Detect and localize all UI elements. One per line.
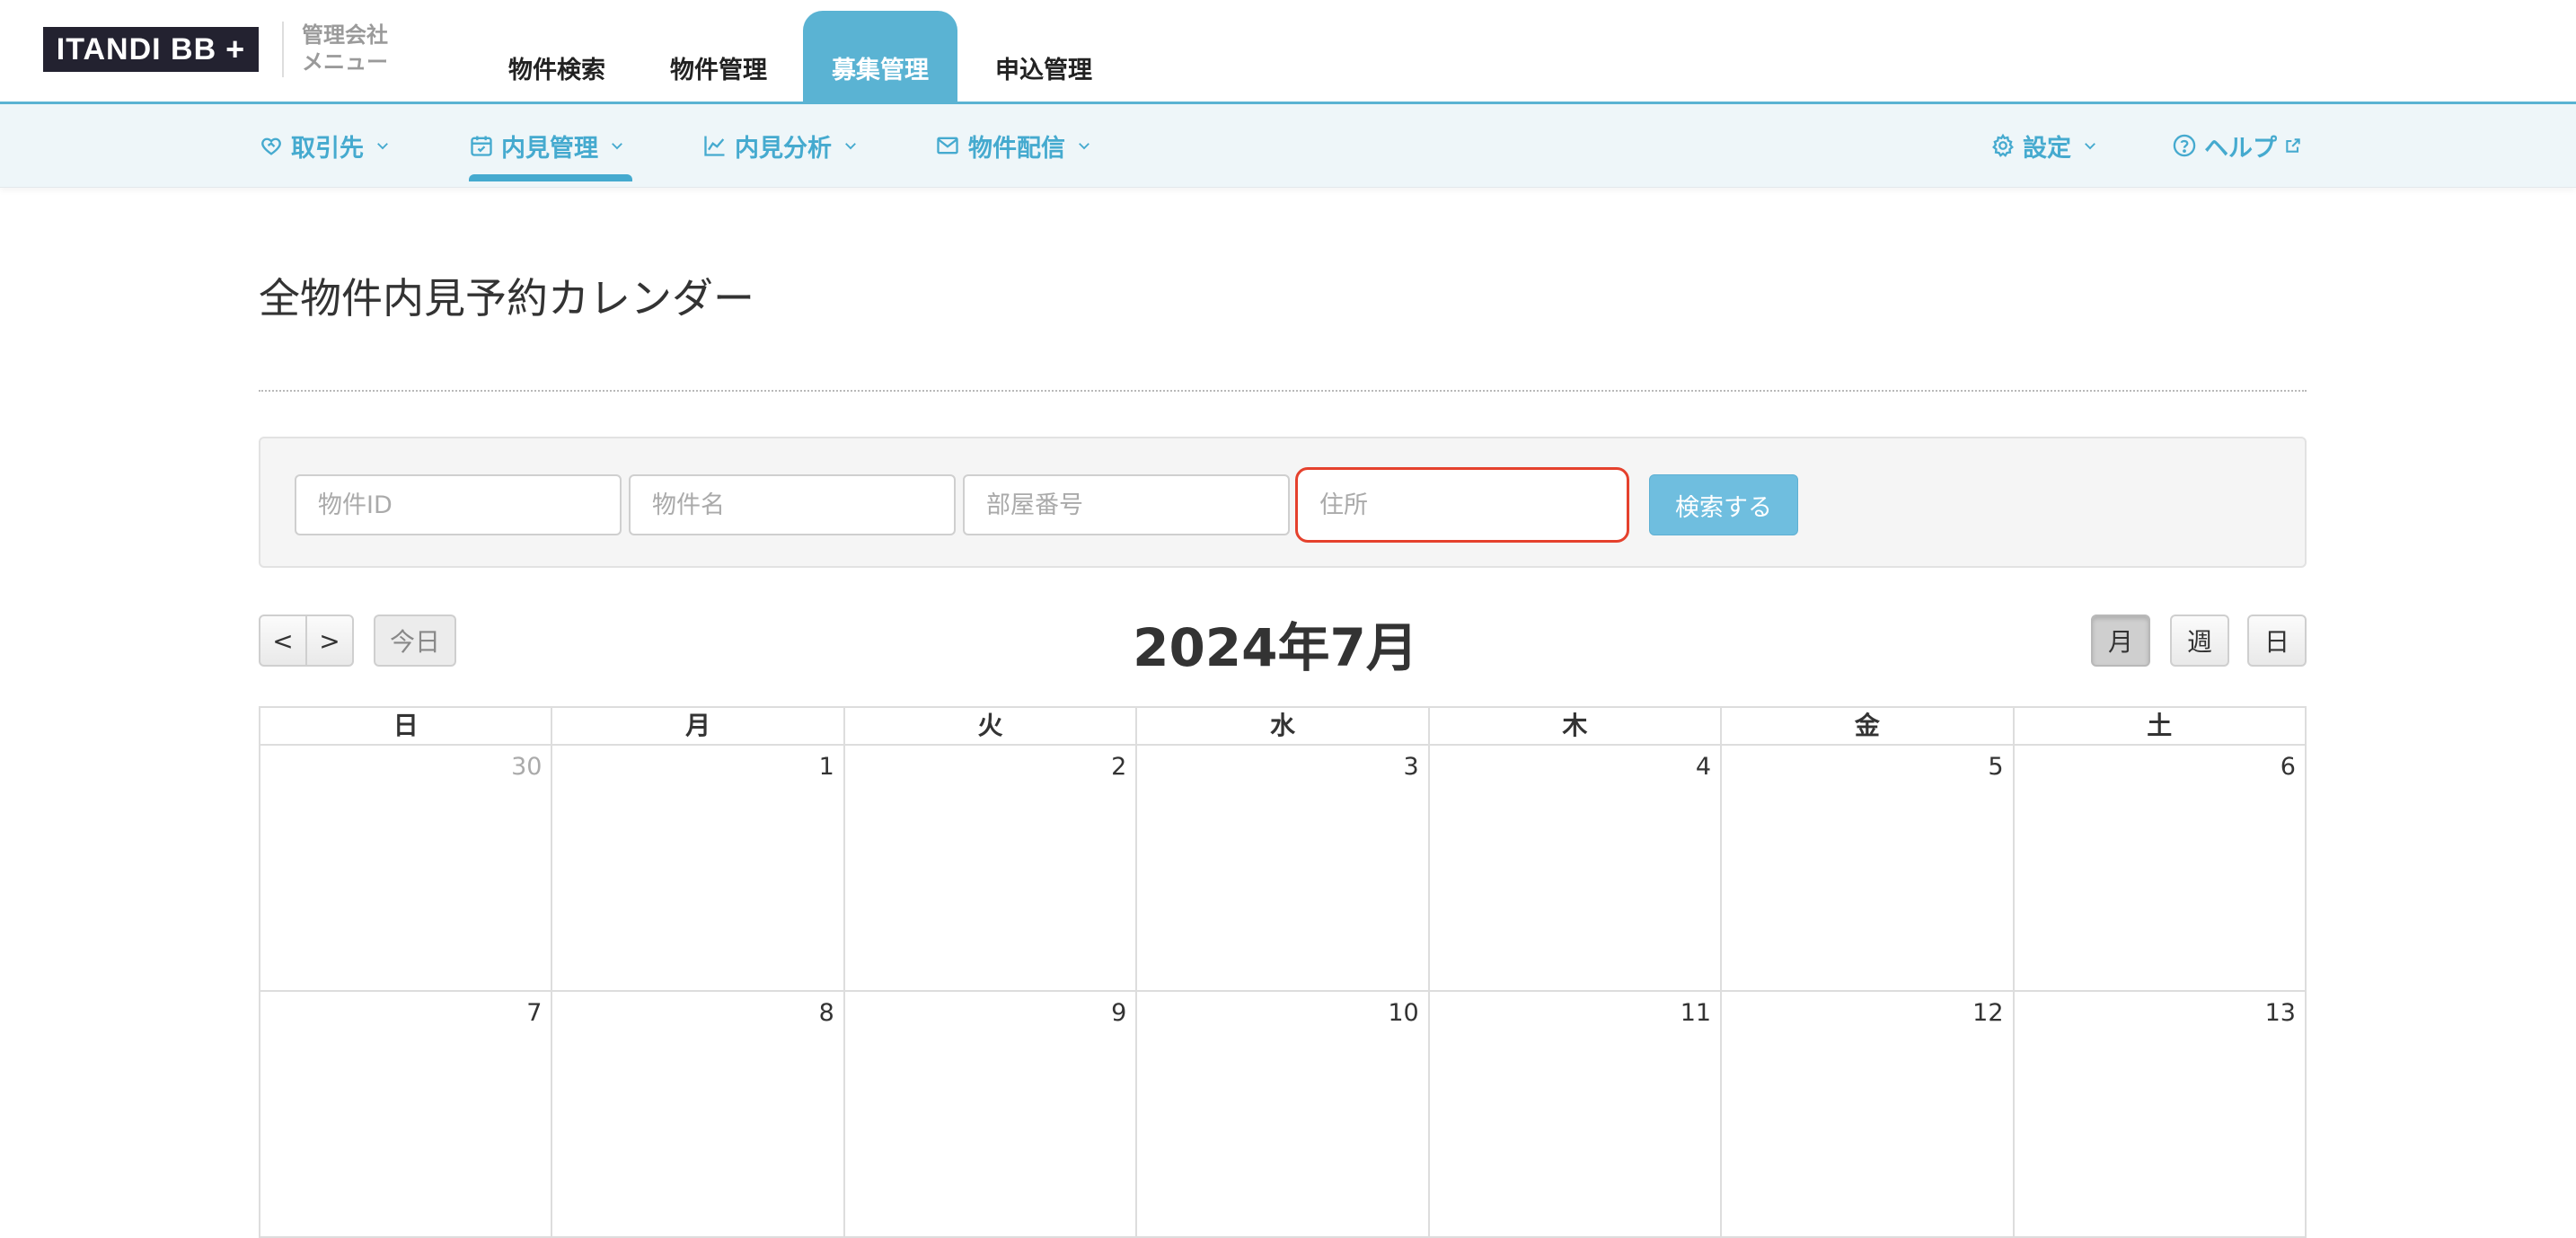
external-link-icon xyxy=(2286,138,2300,153)
weekday-sun: 日 xyxy=(393,711,419,740)
gear-icon xyxy=(1992,133,2014,157)
property-id-input[interactable] xyxy=(295,474,622,535)
envelope-icon xyxy=(937,137,958,155)
calendar-week: 7 8 9 10 11 12 13 xyxy=(259,992,2307,1238)
calendar-week: 30 1 2 3 4 5 6 xyxy=(259,746,2307,992)
help-circle-icon xyxy=(2173,134,2196,157)
page-title: 全物件内見予約カレンダー xyxy=(259,274,754,323)
today-button[interactable]: 今日 xyxy=(374,615,456,667)
header-divider xyxy=(282,22,284,77)
month-view-button[interactable]: 月 xyxy=(2091,615,2150,667)
itandi-bb-logo[interactable]: ITANDI BB + xyxy=(43,27,259,72)
chevron-down-icon xyxy=(845,143,856,150)
tab-property-management[interactable]: 物件管理 xyxy=(647,11,790,104)
tab-application-management[interactable]: 申込管理 xyxy=(972,11,1116,104)
management-menu-label[interactable]: 管理会社 メニュー xyxy=(302,22,388,75)
calendar-day-cell[interactable]: 11 xyxy=(1427,992,1720,1236)
calendar-day-cell[interactable]: 8 xyxy=(551,992,842,1236)
weekday-sat: 土 xyxy=(2012,708,2305,744)
calendar-check-icon xyxy=(471,136,492,156)
week-view-button[interactable]: 週 xyxy=(2170,615,2229,667)
weekday-thu: 木 xyxy=(1427,708,1720,744)
chevron-down-icon xyxy=(2085,143,2095,150)
search-button[interactable]: 検索する xyxy=(1649,474,1798,535)
subnav-item-settings[interactable]: 設定 xyxy=(1990,104,2098,187)
chevron-down-icon xyxy=(612,143,622,150)
prev-month-button[interactable]: < xyxy=(259,615,307,667)
tab-property-search[interactable]: 物件検索 xyxy=(485,11,629,104)
chevron-down-icon xyxy=(1079,143,1090,150)
search-panel: 検索する xyxy=(259,437,2307,568)
month-calendar: 日 月 火 水 木 金 土 30 1 2 3 4 5 6 7 8 9 10 11… xyxy=(259,706,2307,1238)
sub-navigation: 取引先 内見管理 内見分析 物件配信 設定 ヘルプ xyxy=(0,104,2576,188)
top-header: ITANDI BB + 管理会社 メニュー 物件検索 物件管理 募集管理 申込管… xyxy=(0,0,2576,104)
property-name-input[interactable] xyxy=(629,474,956,535)
weekday-tue: 火 xyxy=(842,708,1135,744)
calendar-day-cell[interactable]: 12 xyxy=(1720,992,2012,1236)
subnav-item-partners[interactable]: 取引先 xyxy=(259,104,391,187)
calendar-day-cell[interactable]: 9 xyxy=(842,992,1135,1236)
logo-text: ITANDI BB xyxy=(56,31,217,66)
subnav-item-viewing-analysis[interactable]: 内見分析 xyxy=(702,104,859,187)
calendar-day-cell[interactable]: 10 xyxy=(1135,992,1427,1236)
room-number-input[interactable] xyxy=(963,474,1290,535)
day-view-button[interactable]: 日 xyxy=(2247,615,2307,667)
logo-plus-icon: + xyxy=(225,31,246,67)
weekday-fri: 金 xyxy=(1720,708,2012,744)
calendar-day-cell[interactable]: 5 xyxy=(1720,746,2012,990)
calendar-day-cell[interactable]: 3 xyxy=(1135,746,1427,990)
line-chart-icon xyxy=(704,136,725,156)
weekday-mon: 月 xyxy=(551,708,842,744)
title-divider xyxy=(259,390,2307,392)
chevron-down-icon xyxy=(377,143,388,150)
calendar-day-cell[interactable]: 7 xyxy=(260,992,551,1236)
calendar-day-cell[interactable]: 1 xyxy=(551,746,842,990)
calendar-day-cell[interactable]: 30 xyxy=(260,746,551,990)
calendar-day-cell[interactable]: 2 xyxy=(842,746,1135,990)
address-input[interactable] xyxy=(1295,467,1629,543)
tab-recruitment-management[interactable]: 募集管理 xyxy=(803,11,957,104)
handshake-heart-icon xyxy=(261,137,281,155)
weekday-header: 日 月 火 水 木 金 土 xyxy=(259,706,2307,746)
calendar-day-cell[interactable]: 13 xyxy=(2012,992,2305,1236)
subnav-item-help[interactable]: ヘルプ xyxy=(2172,104,2302,187)
calendar-title: 2024年7月 xyxy=(1133,617,1418,678)
weekday-wed: 水 xyxy=(1135,708,1427,744)
subnav-item-property-distribution[interactable]: 物件配信 xyxy=(934,104,1092,187)
calendar-day-cell[interactable]: 6 xyxy=(2012,746,2305,990)
active-subnav-underline xyxy=(469,174,632,181)
calendar-day-cell[interactable]: 4 xyxy=(1427,746,1720,990)
next-month-button[interactable]: > xyxy=(305,615,354,667)
